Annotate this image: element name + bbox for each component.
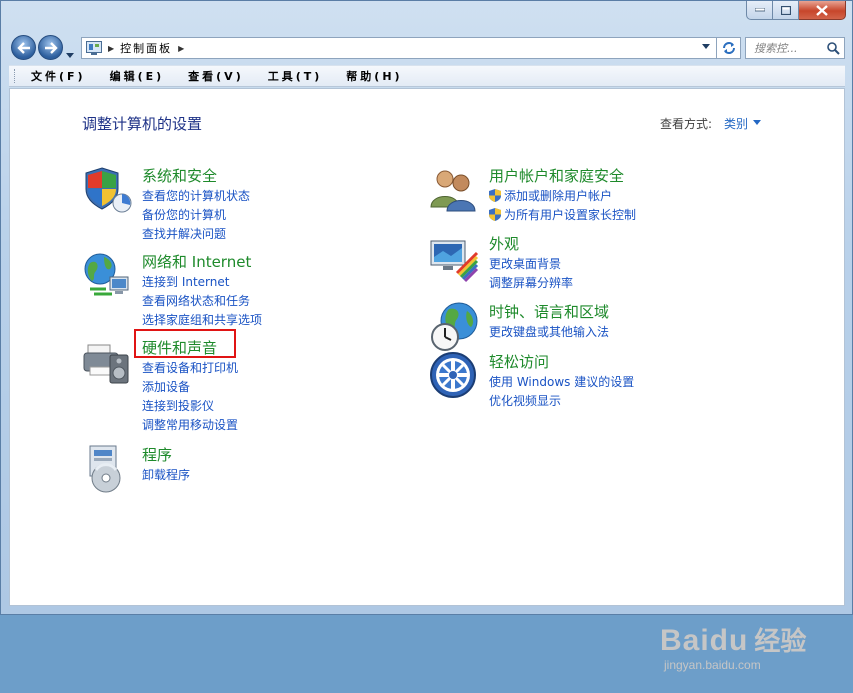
users-icon bbox=[430, 170, 476, 212]
category-title[interactable]: 程序 bbox=[142, 444, 172, 465]
forward-button[interactable] bbox=[38, 35, 63, 60]
caption-buttons bbox=[746, 1, 846, 20]
clock-globe-icon bbox=[431, 302, 478, 351]
recent-pages-dropdown[interactable] bbox=[66, 43, 74, 62]
link-keyboard-input[interactable]: 更改键盘或其他输入法 bbox=[489, 323, 609, 342]
link-parental-controls[interactable]: 为所有用户设置家长控制 bbox=[489, 206, 636, 225]
printer-icon bbox=[83, 344, 129, 384]
category-title[interactable]: 网络和 Internet bbox=[142, 251, 251, 272]
control-panel-icon bbox=[86, 41, 102, 55]
back-button[interactable] bbox=[11, 35, 36, 60]
link-optimize-display[interactable]: 优化视频显示 bbox=[489, 392, 634, 411]
link-windows-recommended[interactable]: 使用 Windows 建议的设置 bbox=[489, 373, 634, 392]
chevron-down-icon bbox=[66, 53, 74, 58]
highlight-annotation bbox=[134, 329, 236, 358]
link-add-remove-accounts[interactable]: 添加或删除用户帐户 bbox=[489, 187, 636, 206]
link-network-status[interactable]: 查看网络状态和任务 bbox=[142, 292, 262, 311]
menu-file[interactable]: 文件(F) bbox=[31, 68, 86, 84]
back-arrow-icon bbox=[16, 41, 30, 54]
breadcrumb-separator: ▶ bbox=[108, 43, 115, 53]
page-title: 调整计算机的设置 bbox=[82, 115, 203, 133]
link-text: 添加或删除用户帐户 bbox=[504, 189, 613, 203]
breadcrumb-control-panel[interactable]: 控制面板 bbox=[120, 40, 172, 56]
menu-help[interactable]: 帮助(H) bbox=[346, 68, 402, 84]
watermark-brand: Baidu bbox=[660, 624, 749, 657]
menu-grip bbox=[14, 69, 18, 83]
uac-shield-icon bbox=[489, 189, 501, 202]
watermark-sub: 经验 bbox=[754, 626, 807, 656]
link-screen-resolution[interactable]: 调整屏幕分辨率 bbox=[489, 274, 573, 293]
maximize-button[interactable] bbox=[773, 1, 799, 20]
close-icon bbox=[816, 4, 828, 16]
control-panel-window: ▶ 控制面板 ▶ 搜索控... 文件(F) 编辑(E) 查看(V) 工具(T) … bbox=[0, 0, 853, 672]
link-mobility-settings[interactable]: 调整常用移动设置 bbox=[142, 416, 238, 435]
link-backup-computer[interactable]: 备份您的计算机 bbox=[142, 206, 250, 225]
search-placeholder: 搜索控... bbox=[754, 42, 798, 55]
address-bar[interactable]: ▶ 控制面板 ▶ bbox=[81, 37, 717, 59]
view-by-dropdown[interactable]: 类别 bbox=[724, 115, 748, 132]
navigation-bar: ▶ 控制面板 ▶ 搜索控... bbox=[9, 33, 845, 63]
minimize-icon bbox=[754, 8, 765, 12]
link-text: 为所有用户设置家长控制 bbox=[504, 208, 637, 222]
minimize-button[interactable] bbox=[746, 1, 773, 20]
link-view-computer-status[interactable]: 查看您的计算机状态 bbox=[142, 187, 250, 206]
category-title[interactable]: 用户帐户和家庭安全 bbox=[489, 165, 624, 186]
forward-arrow-icon bbox=[44, 41, 58, 54]
link-devices-printers[interactable]: 查看设备和打印机 bbox=[142, 359, 238, 378]
watermark-url: jingyan.baidu.com bbox=[664, 658, 761, 672]
content-pane: 调整计算机的设置 查看方式: 类别 系统和安全 查看您的计算机状态 备份您的计算… bbox=[9, 88, 845, 672]
programs-icon bbox=[89, 445, 121, 493]
breadcrumb-separator[interactable]: ▶ bbox=[178, 44, 184, 53]
link-connect-internet[interactable]: 连接到 Internet bbox=[142, 273, 262, 292]
close-button[interactable] bbox=[799, 1, 846, 20]
category-title[interactable]: 时钟、语言和区域 bbox=[489, 301, 609, 322]
address-dropdown-icon[interactable] bbox=[702, 44, 710, 49]
link-connect-projector[interactable]: 连接到投影仪 bbox=[142, 397, 238, 416]
view-by-chevron-icon[interactable] bbox=[753, 120, 761, 125]
menu-bar: 文件(F) 编辑(E) 查看(V) 工具(T) 帮助(H) bbox=[9, 65, 845, 87]
view-by-label: 查看方式: bbox=[660, 117, 713, 131]
link-homegroup-sharing[interactable]: 选择家庭组和共享选项 bbox=[142, 311, 262, 330]
category-title[interactable]: 系统和安全 bbox=[142, 165, 217, 186]
baidu-watermark: Baidu 经验 jingyan.baidu.com bbox=[660, 621, 820, 693]
link-find-fix-problems[interactable]: 查找并解决问题 bbox=[142, 225, 250, 244]
category-title[interactable]: 轻松访问 bbox=[489, 351, 549, 372]
link-change-wallpaper[interactable]: 更改桌面背景 bbox=[489, 255, 573, 274]
network-globe-icon bbox=[84, 253, 129, 296]
menu-tools[interactable]: 工具(T) bbox=[268, 68, 323, 84]
ease-of-access-icon bbox=[430, 352, 476, 398]
refresh-icon bbox=[722, 42, 735, 54]
appearance-icon bbox=[430, 240, 479, 283]
category-title[interactable]: 外观 bbox=[489, 233, 519, 254]
link-add-device[interactable]: 添加设备 bbox=[142, 378, 238, 397]
link-uninstall-program[interactable]: 卸载程序 bbox=[142, 466, 190, 485]
uac-shield-icon bbox=[489, 208, 501, 221]
maximize-icon bbox=[780, 5, 791, 15]
shield-icon bbox=[85, 167, 132, 213]
menu-edit[interactable]: 编辑(E) bbox=[110, 68, 165, 84]
menu-view[interactable]: 查看(V) bbox=[188, 68, 244, 84]
refresh-button[interactable] bbox=[717, 37, 741, 59]
search-input[interactable]: 搜索控... bbox=[745, 37, 845, 59]
search-icon[interactable] bbox=[827, 42, 840, 55]
